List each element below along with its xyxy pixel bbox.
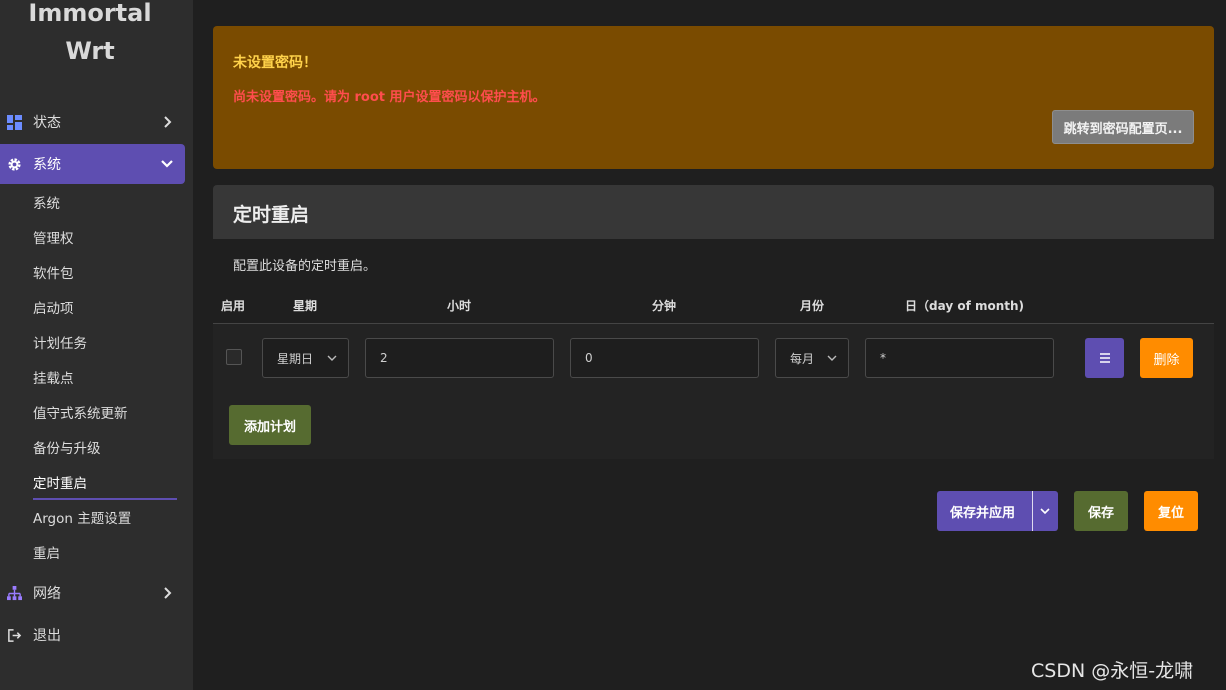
enable-checkbox[interactable] bbox=[226, 349, 242, 365]
header-enabled: 启用 bbox=[221, 299, 246, 313]
alert-title: 未设置密码！ bbox=[233, 55, 317, 71]
sidebar: Immortal Wrt 状态 系统 系统 管理权 软件包 启动项 计划任务 挂… bbox=[0, 0, 193, 690]
header-weekday: 星期 bbox=[293, 299, 318, 313]
chevron-down-icon bbox=[159, 156, 175, 172]
active-subitem-underline bbox=[33, 498, 177, 500]
save-apply-button[interactable]: 保存并应用 bbox=[937, 491, 1058, 531]
sidebar-subitem-admin[interactable]: 管理权 bbox=[33, 229, 74, 249]
sidebar-item-system[interactable]: 系统 bbox=[0, 144, 185, 184]
sidebar-subitem-timed-reboot[interactable]: 定时重启 bbox=[33, 474, 87, 494]
sidebar-item-status[interactable]: 状态 bbox=[0, 102, 185, 142]
section-description: 配置此设备的定时重启。 bbox=[233, 259, 377, 274]
hour-value: 2 bbox=[380, 351, 388, 365]
watermark: CSDN @永恒-龙啸 bbox=[1031, 660, 1194, 682]
sidebar-subitem-reboot[interactable]: 重启 bbox=[33, 544, 60, 564]
schedule-table: 启用 星期 小时 分钟 月份 日（day of month) 星期日 2 0 每… bbox=[213, 286, 1214, 459]
goto-password-button[interactable]: 跳转到密码配置页... bbox=[1052, 110, 1194, 144]
sidebar-subitem-flash[interactable]: 备份与升级 bbox=[33, 439, 101, 459]
delete-button[interactable]: 删除 bbox=[1140, 338, 1193, 378]
sidebar-subitem-packages[interactable]: 软件包 bbox=[33, 264, 74, 284]
month-select[interactable]: 每月 bbox=[775, 338, 849, 378]
dashboard-icon bbox=[6, 114, 22, 130]
password-alert: 未设置密码！ 尚未设置密码。请为 root 用户设置密码以保护主机。 跳转到密码… bbox=[213, 26, 1214, 169]
minute-input[interactable]: 0 bbox=[570, 338, 759, 378]
save-apply-label: 保存并应用 bbox=[950, 506, 1016, 521]
sidebar-subitem-startup[interactable]: 启动项 bbox=[33, 299, 74, 319]
page-title: 定时重启 bbox=[233, 204, 310, 226]
sidebar-item-label: 系统 bbox=[33, 157, 61, 173]
day-of-month-input[interactable]: * bbox=[865, 338, 1054, 378]
logout-icon bbox=[6, 627, 22, 643]
reset-button[interactable]: 复位 bbox=[1144, 491, 1198, 531]
sidebar-subitem-argon-config[interactable]: Argon 主题设置 bbox=[33, 509, 131, 529]
sidebar-subitem-crontab[interactable]: 计划任务 bbox=[33, 334, 87, 354]
split-divider bbox=[1032, 491, 1033, 531]
minute-value: 0 bbox=[585, 351, 593, 365]
weekday-select[interactable]: 星期日 bbox=[262, 338, 349, 378]
sidebar-subitem-attended-sysupgrade[interactable]: 值守式系统更新 bbox=[33, 404, 128, 424]
add-schedule-button[interactable]: 添加计划 bbox=[229, 405, 311, 445]
hour-input[interactable]: 2 bbox=[365, 338, 554, 378]
sidebar-subitem-mounts[interactable]: 挂载点 bbox=[33, 369, 74, 389]
chevron-down-icon bbox=[826, 352, 838, 364]
chevron-right-icon bbox=[159, 114, 175, 130]
header-day-of-month: 日（day of month) bbox=[905, 299, 1025, 313]
sidebar-subitem-system[interactable]: 系统 bbox=[33, 194, 60, 214]
drag-menu-button[interactable] bbox=[1085, 338, 1124, 378]
chevron-down-icon bbox=[326, 352, 338, 364]
day-value: * bbox=[880, 351, 886, 365]
header-month: 月份 bbox=[800, 299, 825, 313]
header-hour: 小时 bbox=[447, 299, 472, 313]
chevron-right-icon bbox=[159, 585, 175, 601]
sidebar-item-label: 退出 bbox=[33, 628, 61, 644]
sidebar-item-logout[interactable]: 退出 bbox=[0, 615, 185, 655]
section-header: 定时重启 bbox=[213, 185, 1214, 239]
weekday-value: 星期日 bbox=[277, 351, 314, 366]
gear-icon bbox=[6, 156, 22, 172]
header-minute: 分钟 bbox=[652, 299, 677, 313]
menu-icon bbox=[1099, 349, 1111, 368]
month-value: 每月 bbox=[790, 351, 815, 366]
brand-line-2: Wrt bbox=[65, 37, 115, 65]
sidebar-item-label: 网络 bbox=[33, 586, 61, 602]
sidebar-item-network[interactable]: 网络 bbox=[0, 573, 185, 613]
chevron-down-icon[interactable] bbox=[1038, 505, 1052, 517]
save-button[interactable]: 保存 bbox=[1074, 491, 1128, 531]
network-icon bbox=[6, 585, 22, 601]
brand-logo: Immortal Wrt bbox=[0, 0, 180, 70]
alert-message: 尚未设置密码。请为 root 用户设置密码以保护主机。 bbox=[233, 90, 546, 105]
sidebar-item-label: 状态 bbox=[33, 115, 61, 131]
table-header: 启用 星期 小时 分钟 月份 日（day of month) bbox=[213, 286, 1214, 324]
brand-line-1: Immortal bbox=[28, 0, 152, 27]
